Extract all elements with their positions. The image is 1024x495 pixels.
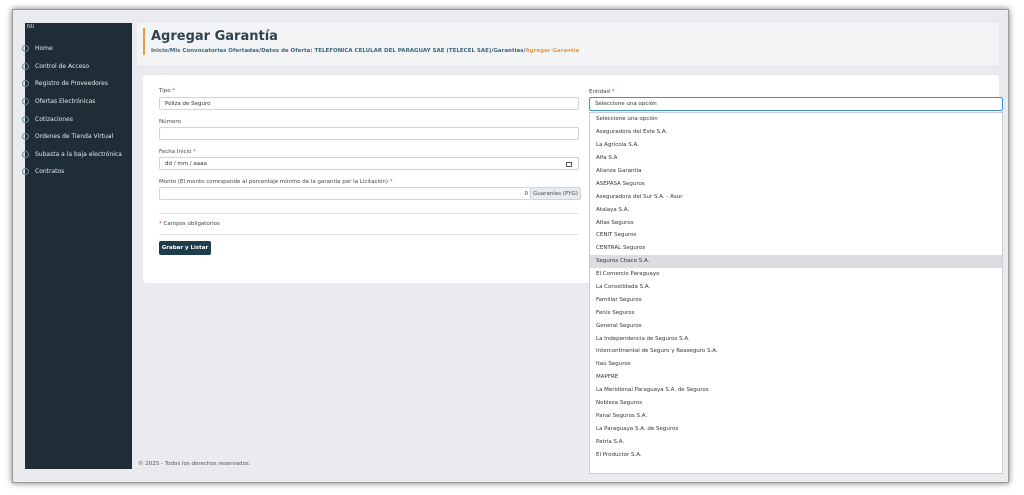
dropdown-option[interactable]: Panal Seguros S.A.	[590, 409, 1002, 422]
sidebar-item-cotizaciones[interactable]: Cotizaciones	[22, 110, 132, 128]
numero-field[interactable]	[159, 127, 579, 140]
divider	[159, 234, 579, 235]
dropdown-option[interactable]: Intercontinental de Seguro y Reaseguro S…	[590, 345, 1002, 358]
sidebar: NU Home Control de Acceso Registro de Pr…	[22, 23, 132, 469]
dropdown-option[interactable]: El Productor S.A.	[590, 448, 1002, 461]
currency-addon: Guaraníes (PYG)	[531, 187, 581, 200]
calendar-icon[interactable]	[566, 161, 572, 167]
dropdown-option[interactable]: La Consolidada S.A.	[590, 281, 1002, 294]
dropdown-option[interactable]: La Paraguaya S.A. de Seguros	[590, 422, 1002, 435]
footer: © 2025 - Todos los derechos reservados.	[138, 461, 251, 467]
circle-icon	[22, 62, 29, 70]
tipo-field[interactable]: Póliza de Seguro	[159, 97, 579, 110]
browser-frame: NU Home Control de Acceso Registro de Pr…	[12, 9, 1009, 483]
dropdown-option[interactable]: Alianza Garantía	[590, 165, 1002, 178]
required-asterisk: *	[159, 221, 162, 227]
dropdown-option[interactable]: La Agrícola S.A.	[590, 139, 1002, 152]
dropdown-option[interactable]: Patria S.A.	[590, 435, 1002, 448]
dropdown-option[interactable]: Aseguradora del Este S.A.	[590, 126, 1002, 139]
entidad-select[interactable]: Seleccione una opción	[589, 97, 1003, 111]
dropdown-option[interactable]: CENTRAL Seguros	[590, 242, 1002, 255]
dropdown-option[interactable]: CENIT Seguros	[590, 229, 1002, 242]
sidebar-item-ordenes-de-tienda-virtual[interactable]: Ordenes de Tienda Virtual	[22, 128, 132, 146]
circle-icon	[22, 80, 29, 88]
dropdown-option[interactable]: La Meridional Paraguaya S.A. de Seguros	[590, 384, 1002, 397]
dropdown-option[interactable]: ASEPASA Seguros	[590, 177, 1002, 190]
sidebar-item-home[interactable]: Home	[22, 40, 132, 58]
dropdown-option[interactable]: Seguros Chaco S.A.	[590, 254, 1002, 268]
circle-icon	[22, 150, 29, 158]
sidebar-item-label: Registro de Proveedores	[35, 80, 108, 88]
sidebar-item-label: Cotizaciones	[35, 115, 73, 123]
fecha-field[interactable]: dd / mm / aaaa	[159, 157, 579, 170]
required-note: * Campos obligatorios	[159, 221, 220, 227]
required-asterisk: *	[193, 149, 196, 155]
dropdown-option[interactable]: Atlas Seguros	[590, 216, 1002, 229]
dropdown-option[interactable]: Atalaya S.A.	[590, 203, 1002, 216]
dropdown-option[interactable]: General Seguros	[590, 319, 1002, 332]
fecha-label: Fecha Inicio *	[159, 149, 196, 155]
dropdown-option[interactable]: La Independencia de Seguros S.A.	[590, 332, 1002, 345]
grabar-y-listar-button[interactable]: Grabar y Listar	[159, 241, 211, 255]
menu-tag: NU	[27, 24, 35, 30]
dropdown-option[interactable]: El Comercio Paraguayo	[590, 268, 1002, 281]
sidebar-item-label: Ordenes de Tienda Virtual	[35, 133, 114, 141]
entidad-label-text: Entidad	[589, 89, 610, 95]
monto-field[interactable]: 0	[159, 187, 531, 200]
sidebar-menu: Home Control de Acceso Registro de Prove…	[22, 40, 132, 181]
sidebar-item-label: Ofertas Electrónicas	[35, 98, 96, 106]
breadcrumb-current: Agregar Garantía	[525, 48, 580, 54]
breadcrumb-path[interactable]: Inicio/Mis Convocatorias Ofertadas/Datos…	[151, 48, 525, 54]
entidad-label: Entidad *	[589, 89, 615, 95]
numero-label: Número	[159, 119, 181, 125]
sidebar-item-label: Home	[35, 45, 53, 53]
tipo-label: Tipo *	[159, 88, 175, 94]
circle-icon	[22, 133, 29, 141]
circle-icon	[22, 115, 29, 123]
circle-icon	[22, 45, 29, 53]
circle-icon	[22, 98, 29, 106]
entidad-dropdown-list: Seleccione una opción Aseguradora del Est…	[589, 112, 1003, 474]
dropdown-option[interactable]: Familiar Seguros	[590, 293, 1002, 306]
page-header: Agregar Garantía Inicio/Mis Convocatoria…	[137, 23, 999, 65]
title-accent-bar	[143, 28, 145, 55]
breadcrumb: Inicio/Mis Convocatorias Ofertadas/Datos…	[151, 48, 579, 54]
dropdown-option[interactable]: Alfa S.A	[590, 152, 1002, 165]
dropdown-option[interactable]: Seleccione una opción	[590, 113, 1002, 126]
dropdown-option[interactable]: Itaú Seguros	[590, 358, 1002, 371]
page-title: Agregar Garantía	[151, 29, 278, 44]
sidebar-item-control-de-acceso[interactable]: Control de Acceso	[22, 58, 132, 76]
required-asterisk: *	[389, 179, 393, 185]
dropdown-option[interactable]: MAPFRE	[590, 371, 1002, 384]
monto-label-text: Monto (El monto corresponde al porcentaj…	[159, 179, 389, 185]
tipo-label-text: Tipo	[159, 88, 171, 94]
monto-label: Monto (El monto corresponde al porcentaj…	[159, 179, 393, 185]
circle-icon	[22, 168, 29, 176]
fecha-placeholder: dd / mm / aaaa	[165, 160, 207, 167]
required-note-text: Campos obligatorios	[163, 221, 220, 227]
monto-value: 0	[524, 190, 529, 197]
dropdown-option[interactable]: Aseguradora del Sur S.A. - Asur	[590, 190, 1002, 203]
sidebar-item-label: Control de Acceso	[35, 62, 90, 70]
sidebar-item-label: Subasta a la baja electrónica	[35, 150, 122, 158]
required-asterisk: *	[172, 88, 176, 94]
sidebar-item-subasta[interactable]: Subasta a la baja electrónica	[22, 146, 132, 164]
sidebar-item-ofertas-electronicas[interactable]: Ofertas Electrónicas	[22, 93, 132, 111]
divider	[159, 213, 579, 214]
fecha-label-text: Fecha Inicio	[159, 149, 192, 155]
sidebar-item-contratos[interactable]: Contratos	[22, 163, 132, 181]
sidebar-item-registro-de-proveedores[interactable]: Registro de Proveedores	[22, 75, 132, 93]
dropdown-option[interactable]: Nobleza Seguros	[590, 397, 1002, 410]
dropdown-option[interactable]: Fenix Seguros	[590, 306, 1002, 319]
required-asterisk: *	[611, 89, 615, 95]
sidebar-item-label: Contratos	[35, 168, 65, 176]
